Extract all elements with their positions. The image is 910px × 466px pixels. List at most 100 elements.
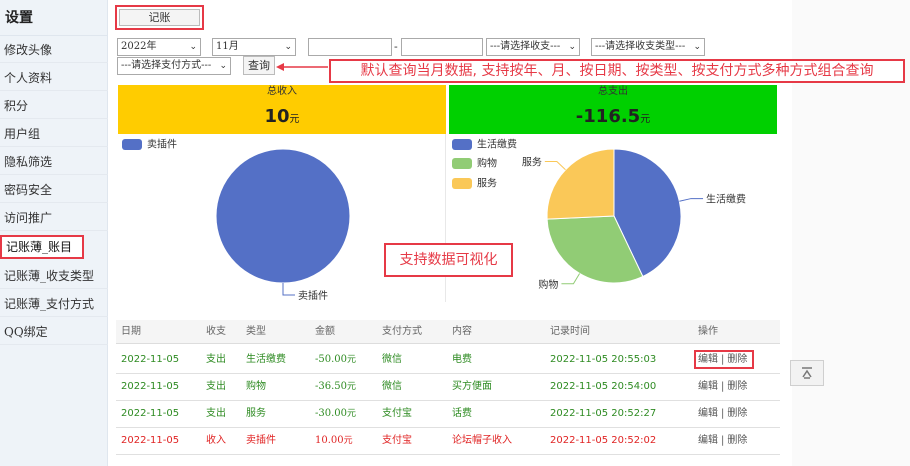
query-button[interactable]: 查询 — [243, 56, 275, 75]
expense-total-value: -116.5 — [575, 106, 641, 127]
scroll-to-top-icon — [802, 367, 812, 379]
sidebar-item-ledger-entries[interactable]: 记账薄_账目 — [0, 235, 84, 259]
expense-total: -116.5元 — [449, 99, 777, 134]
edit-link[interactable]: 编辑 — [698, 381, 718, 392]
edit-link[interactable]: 编辑 — [698, 408, 718, 419]
income-total: 10元 — [118, 99, 446, 134]
sidebar-item-ledger-payment[interactable]: 记账薄_支付方式 — [0, 291, 108, 317]
legend-swatch — [452, 139, 472, 150]
payment-method-select-value: ---请选择支付方式--- — [121, 60, 212, 71]
cell-payment: 微信 — [382, 354, 402, 365]
amount-value: 10.00 — [315, 435, 344, 446]
amount-value: -30.00 — [315, 408, 348, 419]
chevron-down-icon: ⌄ — [189, 42, 197, 52]
sidebar-item-avatar[interactable]: 修改头像 — [0, 37, 108, 63]
column-header-content: 内容 — [452, 326, 472, 337]
row-actions: 编辑 | 删除 — [698, 400, 747, 427]
cell-date: 2022-11-05 — [121, 381, 180, 392]
chevron-down-icon: ⌄ — [568, 42, 576, 52]
sidebar-item-ledger-categories[interactable]: 记账薄_收支类型 — [0, 263, 108, 289]
end-date-input[interactable] — [401, 38, 483, 56]
expense-legend-item-service[interactable]: 服务 — [452, 178, 497, 192]
expense-legend-label: 服务 — [477, 178, 497, 190]
cell-type: 生活缴费 — [246, 354, 286, 365]
sidebar-item-password[interactable]: 密码安全 — [0, 177, 108, 203]
cell-date: 2022-11-05 — [121, 435, 180, 446]
cell-io: 支出 — [206, 354, 226, 365]
cell-time: 2022-11-05 20:52:27 — [550, 408, 657, 419]
month-select-value: 11月 — [216, 41, 239, 52]
sidebar-item-privacy[interactable]: 隐私筛选 — [0, 149, 108, 175]
chevron-down-icon: ⌄ — [284, 42, 292, 52]
query-tip-annotation: 默认查询当月数据, 支持按年、月、按日期、按类型、按支付方式多种方式组合查询 — [329, 59, 905, 83]
chevron-down-icon: ⌄ — [219, 61, 227, 71]
cell-amount: 10.00元 — [315, 427, 353, 454]
expense-legend-label: 生活缴费 — [477, 139, 517, 151]
expense-legend-item-utilities[interactable]: 生活缴费 — [452, 139, 517, 153]
delete-link[interactable]: 删除 — [727, 381, 747, 392]
payment-method-select[interactable]: ---请选择支付方式--- ⌄ — [117, 57, 231, 75]
column-header-amount: 金额 — [315, 326, 335, 337]
cell-time: 2022-11-05 20:54:00 — [550, 381, 657, 392]
action-separator: | — [721, 408, 725, 419]
row-actions: 编辑 | 删除 — [698, 373, 747, 400]
chevron-down-icon: ⌄ — [693, 42, 701, 52]
column-header-actions: 操作 — [698, 326, 718, 337]
cell-type: 服务 — [246, 408, 266, 419]
sidebar-item-promotion[interactable]: 访问推广 — [0, 205, 108, 231]
delete-link[interactable]: 删除 — [727, 408, 747, 419]
action-separator: | — [721, 435, 725, 446]
amount-unit: 元 — [343, 436, 353, 446]
year-select[interactable]: 2022年 ⌄ — [117, 38, 201, 56]
cell-date: 2022-11-05 — [121, 408, 180, 419]
edit-link[interactable]: 编辑 — [698, 435, 718, 446]
amount-unit: 元 — [347, 355, 357, 365]
sidebar-item-qq-binding[interactable]: QQ绑定 — [0, 319, 108, 345]
cell-payment: 支付宝 — [382, 435, 412, 446]
sidebar-item-usergroup[interactable]: 用户组 — [0, 121, 108, 147]
column-header-date: 日期 — [121, 326, 141, 337]
column-header-payment: 支付方式 — [382, 326, 422, 337]
cell-content: 买方便面 — [452, 381, 492, 392]
income-legend-item[interactable]: 卖插件 — [122, 139, 177, 153]
delete-link[interactable]: 删除 — [727, 435, 747, 446]
sidebar-item-profile[interactable]: 个人资料 — [0, 65, 108, 91]
viz-tip-annotation: 支持数据可视化 — [384, 243, 513, 277]
cell-type: 购物 — [246, 381, 266, 392]
cell-payment: 支付宝 — [382, 408, 412, 419]
cell-content: 话费 — [452, 408, 472, 419]
scroll-to-top-button[interactable] — [790, 360, 824, 386]
amount-unit: 元 — [347, 382, 357, 392]
income-total-value: 10 — [264, 106, 290, 127]
cell-io: 支出 — [206, 381, 226, 392]
cell-time: 2022-11-05 20:55:03 — [550, 354, 657, 365]
cell-content: 论坛帽子收入 — [452, 435, 512, 446]
actions-highlight — [694, 350, 754, 369]
sidebar-item-credits[interactable]: 积分 — [0, 93, 108, 119]
cell-payment: 微信 — [382, 381, 402, 392]
expense-total-unit: 元 — [640, 114, 651, 125]
year-select-value: 2022年 — [121, 41, 157, 52]
legend-swatch — [122, 139, 142, 150]
legend-swatch — [452, 158, 472, 169]
income-header: 总收入 — [118, 85, 446, 99]
amount-value: -36.50 — [315, 381, 348, 392]
cell-amount: -50.00元 — [315, 346, 356, 373]
row-divider — [116, 454, 780, 455]
cell-type: 卖插件 — [246, 435, 276, 446]
sidebar-title: 设置 — [0, 0, 107, 36]
column-header-time: 记录时间 — [550, 326, 590, 337]
record-button[interactable]: 记账 — [119, 9, 200, 26]
cell-amount: -36.50元 — [315, 373, 356, 400]
expense-legend-item-shopping[interactable]: 购物 — [452, 158, 497, 172]
category-select[interactable]: ---请选择收支类型--- ⌄ — [591, 38, 705, 56]
month-select[interactable]: 11月 ⌄ — [212, 38, 296, 56]
cell-io: 收入 — [206, 435, 226, 446]
row-actions: 编辑 | 删除 — [698, 427, 747, 454]
start-date-input[interactable] — [308, 38, 392, 56]
income-expense-select-value: ---请选择收支--- — [490, 41, 561, 52]
income-total-unit: 元 — [289, 114, 300, 125]
cell-amount: -30.00元 — [315, 400, 356, 427]
income-expense-select[interactable]: ---请选择收支--- ⌄ — [486, 38, 580, 56]
legend-swatch — [452, 178, 472, 189]
